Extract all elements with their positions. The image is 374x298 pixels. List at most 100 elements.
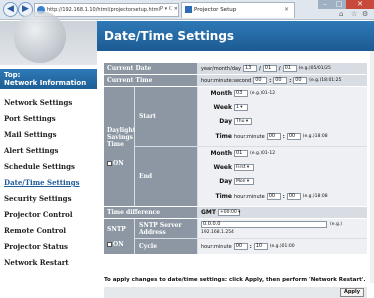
sidebar-item-remote-control[interactable]: Remote Control — [0, 223, 97, 239]
cycle-hint: (e.g.)01:00 — [269, 244, 295, 249]
gmt-offset-select[interactable]: +00:00 ▾ — [218, 209, 240, 216]
second-input[interactable]: 00 — [293, 77, 308, 84]
end-month-label: Month — [210, 150, 232, 157]
dst-on-label: ON — [113, 159, 124, 167]
sidebar-item-alert-settings[interactable]: Alert Settings — [0, 143, 97, 159]
sntp-label-cell: SNTP ON — [104, 219, 134, 254]
tab-close-icon[interactable]: × — [284, 3, 289, 17]
back-button[interactable]: ◀ — [3, 2, 18, 17]
dst-end-fields: Month 01 (e.g.)01-12 Week First ▾ Day Mon ▾ … — [198, 147, 367, 206]
sntp-block: SNTP ON SNTP Server Address 0.0.0.0 (e.g… — [104, 219, 367, 254]
address-bar[interactable]: http://192.168.1.10/html/projectorsetup.… — [34, 3, 179, 17]
start-month-label: Month — [210, 90, 232, 97]
sidebar-menu: Network Settings Port Settings Mail Sett… — [0, 95, 97, 271]
dst-label: Daylight Savings Time ON — [104, 87, 135, 206]
time-separator: : — [269, 77, 272, 84]
sidebar-item-projector-control[interactable]: Projector Control — [0, 207, 97, 223]
start-time-label: Time — [215, 133, 232, 140]
date-separator: / — [258, 65, 261, 72]
current-date-label: Current Date — [104, 63, 197, 74]
end-week-select[interactable]: First ▾ — [234, 164, 254, 171]
end-time-format: hour:minute — [234, 193, 265, 200]
window-minimize-button[interactable]: – — [318, 0, 332, 9]
sntp-on-label: ON — [113, 240, 124, 248]
cycle-hour-input[interactable]: 00 — [233, 243, 248, 250]
end-hour-input[interactable]: 00 — [266, 193, 281, 200]
home-icon[interactable]: ⌂ — [339, 10, 343, 18]
sntp-server-input[interactable]: 0.0.0.0 — [201, 221, 327, 228]
gear-icon[interactable]: ⚙ — [362, 10, 368, 18]
end-week-label: Week — [213, 164, 232, 171]
gmt-label: GMT — [201, 209, 216, 216]
sidebar-item-security-settings[interactable]: Security Settings — [0, 191, 97, 207]
sidebar-item-schedule-settings[interactable]: Schedule Settings — [0, 159, 97, 175]
end-day-select[interactable]: Mon ▾ — [234, 178, 254, 185]
current-time-row: Current Time hour:minute:second 00 : 00 … — [104, 75, 367, 86]
gmt-offset-value: +00:00 — [220, 210, 237, 215]
favorites-star-icon[interactable]: ☆ — [351, 10, 357, 18]
scrollbar[interactable] — [370, 51, 374, 283]
dst-label-line3: Time — [107, 140, 124, 148]
date-separator: / — [278, 65, 281, 72]
apply-bar: Apply — [104, 287, 367, 298]
sidebar-item-network-settings[interactable]: Network Settings — [0, 95, 97, 111]
lens-graphic — [14, 11, 66, 63]
dst-block: Daylight Savings Time ON Start Month 03 (e… — [104, 87, 367, 206]
start-time-hint: (e.g.)18:08 — [302, 134, 328, 139]
tab-projector-setup[interactable]: Projector Setup × — [181, 2, 295, 18]
sntp-server-label: SNTP Server Address — [135, 219, 197, 238]
main-panel: Date/Time Settings Current Date year/mon… — [97, 21, 374, 298]
sidebar-item-projector-status[interactable]: Projector Status — [0, 239, 97, 255]
end-day-value: Mon — [236, 179, 246, 184]
time-difference-label: Time difference — [104, 207, 197, 218]
start-month-input[interactable]: 03 — [234, 90, 248, 97]
sntp-server-example: 192.168.1.254 — [201, 230, 234, 235]
start-day-value: Thu — [236, 119, 245, 124]
end-month-hint: (e.g.)01-12 — [250, 151, 276, 156]
sidebar-item-mail-settings[interactable]: Mail Settings — [0, 127, 97, 143]
sidebar: Top: Network Information Network Setting… — [0, 11, 97, 283]
sidebar-item-port-settings[interactable]: Port Settings — [0, 111, 97, 127]
window-close-button[interactable]: ✕ — [346, 0, 374, 9]
back-icon: ◀ — [7, 4, 14, 14]
hour-input[interactable]: 00 — [253, 77, 268, 84]
tab-title: Projector Setup — [194, 7, 237, 13]
end-minute-input[interactable]: 00 — [286, 193, 301, 200]
apply-button[interactable]: Apply — [340, 288, 364, 297]
date-example-hint: (e.g.)05/01/25 — [298, 66, 331, 71]
current-time-label: Current Time — [104, 75, 197, 86]
sntp-label: SNTP — [107, 225, 126, 233]
minute-input[interactable]: 00 — [273, 77, 288, 84]
day-input[interactable]: 01 — [282, 65, 297, 72]
dst-label-line2: Savings — [107, 133, 133, 141]
cycle-format: hour:minute — [201, 243, 232, 250]
sidebar-top-network-information[interactable]: Top: Network Information — [0, 69, 97, 89]
address-controls[interactable]: P ▾ ℂ ✕ — [160, 3, 178, 15]
start-week-select[interactable]: 1 ▾ — [234, 104, 248, 111]
start-week-value: 1 — [236, 105, 239, 110]
address-text: http://192.168.1.10/html/projectorsetup.… — [47, 7, 160, 13]
cycle-minute-input[interactable]: 10 — [253, 243, 268, 250]
sntp-on-checkbox[interactable] — [107, 241, 112, 247]
sidebar-item-network-restart[interactable]: Network Restart — [0, 255, 97, 271]
sidebar-item-date-time-settings[interactable]: Date/Time Settings — [0, 175, 97, 191]
sntp-cycle-label: Cycle — [135, 239, 197, 254]
end-month-input[interactable]: 01 — [234, 150, 248, 157]
dst-start-label: Start — [135, 87, 197, 146]
dst-on-checkbox[interactable] — [107, 160, 112, 166]
start-day-select[interactable]: Thu ▾ — [234, 118, 252, 125]
sidebar-top-label: Top: — [4, 71, 21, 79]
sntp-server-fields: 0.0.0.0 (e.g.) 192.168.1.254 — [198, 219, 367, 238]
month-input[interactable]: 01 — [262, 65, 277, 72]
window-maximize-button[interactable]: □ — [332, 0, 346, 9]
start-week-label: Week — [213, 104, 232, 111]
year-input[interactable]: 13 — [242, 65, 257, 72]
time-difference-row: Time difference GMT +00:00 ▾ — [104, 207, 367, 218]
sntp-server-hint: (e.g.) — [330, 222, 342, 227]
end-day-label: Day — [219, 178, 232, 185]
start-hour-input[interactable]: 00 — [266, 133, 281, 140]
start-minute-input[interactable]: 00 — [286, 133, 301, 140]
dst-end-label: End — [135, 147, 197, 206]
end-week-value: First — [236, 165, 246, 170]
time-example-hint: (e.g.)18:01:25 — [309, 78, 342, 83]
